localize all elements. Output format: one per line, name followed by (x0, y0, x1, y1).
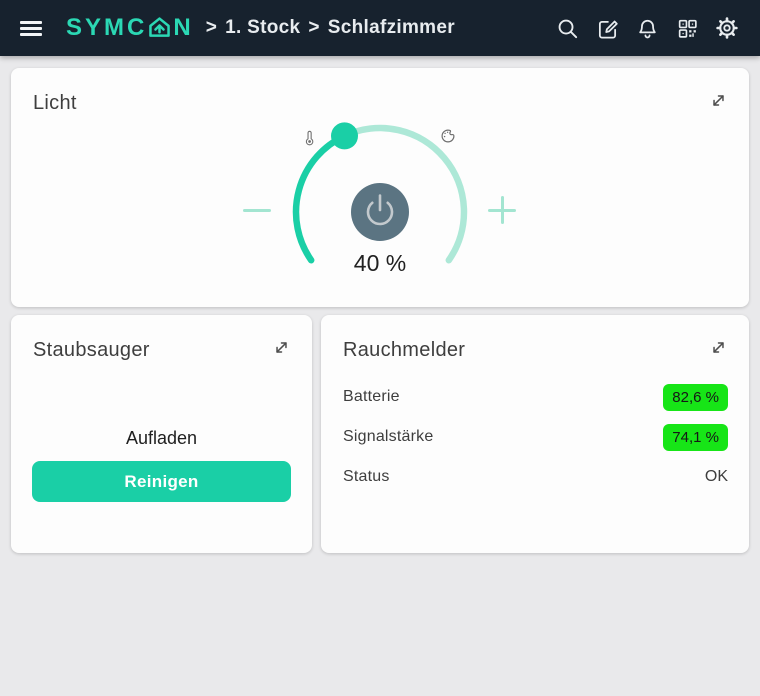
house-icon (147, 15, 173, 41)
breadcrumb-item-stock[interactable]: 1. Stock (225, 17, 300, 39)
row-label-batterie: Batterie (343, 388, 400, 406)
row-label-status: Status (343, 468, 390, 486)
search-icon (556, 17, 579, 40)
temperature-icon[interactable] (304, 130, 315, 151)
power-button[interactable] (351, 183, 409, 241)
row-label-signalstaerke: Signalstärke (343, 428, 433, 446)
table-row: Signalstärke 74,1 % (343, 417, 728, 457)
card-title-licht: Licht (11, 68, 749, 118)
qr-code-icon (676, 17, 699, 40)
minus-icon (243, 209, 271, 212)
breadcrumb-item-schlafzimmer[interactable]: Schlafzimmer (328, 17, 455, 39)
clean-button[interactable]: Reinigen (32, 461, 291, 502)
table-row: Status OK (343, 457, 728, 497)
plus-icon (488, 196, 516, 224)
breadcrumb-separator: > (308, 17, 319, 39)
status-badge-signalstaerke: 74,1 % (663, 424, 728, 451)
dial-progress (296, 136, 344, 260)
expand-button-staubsauger[interactable] (270, 336, 292, 358)
qr-code-button[interactable] (670, 11, 704, 45)
card-title-rauchmelder: Rauchmelder (321, 315, 749, 365)
expand-icon (710, 92, 727, 109)
card-staubsauger: Staubsauger Aufladen Reinigen (11, 315, 312, 553)
settings-button[interactable] (710, 11, 744, 45)
gear-icon (715, 16, 739, 40)
row-value-status: OK (705, 468, 728, 486)
breadcrumb-separator: > (206, 17, 217, 39)
card-licht: Licht (11, 68, 749, 307)
expand-icon (710, 339, 727, 356)
search-button[interactable] (550, 11, 584, 45)
table-row: Batterie 82,6 % (343, 377, 728, 417)
symcon-logo[interactable]: SYMC N (66, 15, 194, 41)
color-palette-icon[interactable] (440, 128, 456, 149)
dashboard: Licht (0, 56, 760, 553)
topbar-actions (550, 11, 744, 45)
bell-icon (636, 17, 659, 40)
expand-button-licht[interactable] (707, 89, 729, 111)
breadcrumb: > 1. Stock > Schlafzimmer (206, 17, 455, 39)
increase-button[interactable] (487, 195, 517, 225)
expand-button-rauchmelder[interactable] (707, 336, 729, 358)
status-badge-batterie: 82,6 % (663, 384, 728, 411)
card-title-staubsauger: Staubsauger (11, 315, 312, 365)
top-bar: SYMC N > 1. Stock > Schlafzimmer (0, 0, 760, 56)
card-rauchmelder: Rauchmelder Batterie 82,6 % Signalstärke… (321, 315, 749, 553)
menu-button[interactable] (14, 11, 48, 45)
menu-icon (20, 21, 42, 36)
light-dimmer-dial: 40 % (280, 120, 480, 275)
dimmer-value: 40 % (354, 250, 406, 275)
dial-knob[interactable] (331, 122, 358, 149)
decrease-button[interactable] (242, 195, 272, 225)
expand-icon (273, 339, 290, 356)
notifications-button[interactable] (630, 11, 664, 45)
edit-icon (596, 17, 619, 40)
smoke-detector-rows: Batterie 82,6 % Signalstärke 74,1 % Stat… (321, 377, 749, 497)
edit-button[interactable] (590, 11, 624, 45)
logo-text-pre: SYMC (66, 16, 147, 40)
logo-text-post: N (173, 16, 193, 40)
vacuum-status-text: Aufladen (11, 425, 312, 451)
